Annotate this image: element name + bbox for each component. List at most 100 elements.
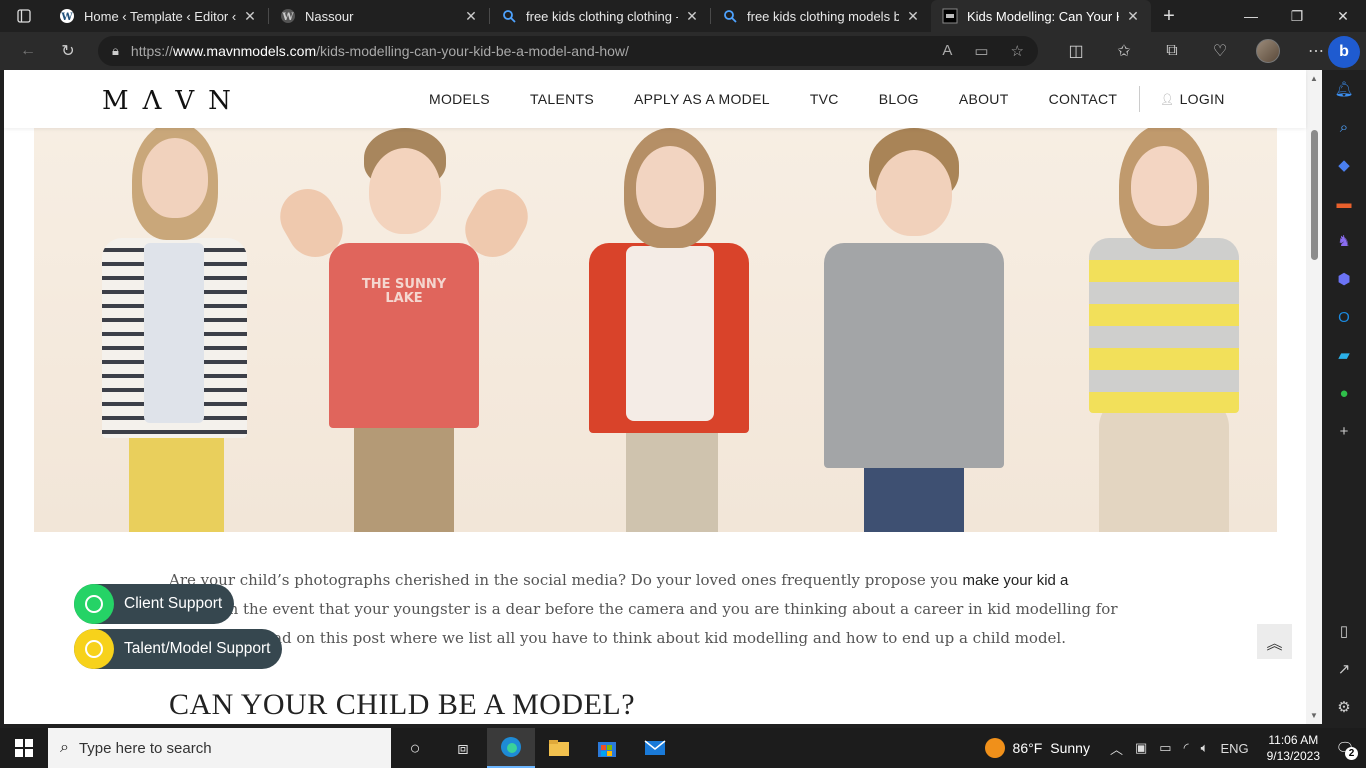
- new-tab-icon[interactable]: +: [1151, 5, 1187, 28]
- windows-start-icon[interactable]: [0, 728, 48, 768]
- notification-icon[interactable]: 🗨︎ 2: [1332, 735, 1358, 761]
- kid-figure: [564, 128, 774, 532]
- url-text: https://www.mavnmodels.com/kids-modellin…: [130, 43, 629, 59]
- close-window-icon[interactable]: ✕: [1320, 0, 1366, 32]
- svg-text:W: W: [60, 12, 73, 23]
- office-icon[interactable]: ⬢: [1333, 268, 1355, 290]
- nav-divider: [1139, 86, 1141, 112]
- site-logo[interactable]: MΛVN: [102, 86, 245, 116]
- minimize-icon[interactable]: —: [1228, 0, 1274, 32]
- nav-apply-as-a-model[interactable]: APPLY AS A MODEL: [634, 91, 770, 107]
- client-support-button[interactable]: Client Support: [74, 584, 235, 624]
- nav-talents[interactable]: TALENTS: [530, 91, 594, 107]
- performance-icon[interactable]: ♡: [1200, 35, 1240, 67]
- close-tab-icon[interactable]: ✕: [905, 8, 921, 25]
- tab-wordpress-editor[interactable]: W Home ‹ Template ‹ Editor ‹ Na ✕: [48, 0, 268, 32]
- nav-login[interactable]: 👤︎ LOGIN: [1160, 91, 1224, 107]
- sidebar-panel-icon[interactable]: ▯: [1333, 620, 1355, 642]
- taskbar-search-input[interactable]: ⌕ Type here to search: [48, 728, 391, 768]
- immersive-reader-icon[interactable]: ▭: [974, 42, 988, 60]
- outlook-icon[interactable]: O: [1333, 306, 1355, 328]
- clock[interactable]: 11:06 AM 9/13/2023: [1267, 732, 1320, 764]
- tab-title: Kids Modelling: Can Your Kid: [967, 8, 1119, 24]
- mail-icon[interactable]: [631, 728, 679, 768]
- address-bar[interactable]: 🔒︎ https://www.mavnmodels.com/kids-model…: [98, 36, 1038, 66]
- tab-title: Nassour: [305, 8, 354, 24]
- external-link-icon[interactable]: ↗: [1333, 658, 1355, 680]
- wordpress-icon: W: [279, 7, 297, 25]
- browser-tabstrip: W Home ‹ Template ‹ Editor ‹ Na ✕ W Nass…: [0, 0, 1366, 32]
- site-header: MΛVN MODELS TALENTS APPLY AS A MODEL TVC…: [4, 70, 1306, 128]
- talent-support-button[interactable]: Talent/Model Support: [74, 629, 283, 669]
- edge-browser-icon[interactable]: [487, 728, 535, 768]
- tab-kids-modelling[interactable]: Kids Modelling: Can Your Kid ✕: [931, 0, 1151, 32]
- cortana-icon[interactable]: ○: [391, 728, 439, 768]
- browser-toolbar: ← ↻ 🔒︎ https://www.mavnmodels.com/kids-m…: [0, 32, 1366, 70]
- user-icon: 👤︎: [1160, 93, 1175, 106]
- volume-icon[interactable]: 🔈︎: [1201, 740, 1209, 756]
- device-icon[interactable]: ▣: [1135, 740, 1147, 756]
- kid-figure: [74, 128, 274, 532]
- nav-contact[interactable]: CONTACT: [1049, 91, 1118, 107]
- search-icon: [721, 7, 739, 25]
- close-tab-icon[interactable]: ✕: [242, 8, 258, 25]
- games-icon[interactable]: ♞: [1333, 230, 1355, 252]
- scrollbar-thumb[interactable]: [1311, 130, 1318, 260]
- search-icon: [500, 7, 518, 25]
- page-viewport: MΛVN MODELS TALENTS APPLY AS A MODEL TVC…: [4, 70, 1322, 724]
- favorites-icon[interactable]: ✩: [1104, 35, 1144, 67]
- close-tab-icon[interactable]: ✕: [1125, 8, 1141, 25]
- avatar[interactable]: [1248, 35, 1288, 67]
- tools-icon[interactable]: ▬: [1333, 192, 1355, 214]
- language-indicator[interactable]: ENG: [1220, 741, 1248, 756]
- sun-icon: [984, 738, 1005, 758]
- nav-blog[interactable]: BLOG: [879, 91, 919, 107]
- battery-icon[interactable]: ▭: [1159, 740, 1171, 756]
- shopping-tag-icon[interactable]: ◆: [1333, 154, 1355, 176]
- search-icon[interactable]: ⌕: [1333, 116, 1355, 138]
- tab-nassour[interactable]: W Nassour ✕: [269, 0, 489, 32]
- tab-search-1[interactable]: free kids clothing clothing - S ✕: [490, 0, 710, 32]
- tree-icon[interactable]: ●: [1333, 382, 1355, 404]
- collections-icon[interactable]: ⧉: [1152, 35, 1192, 67]
- page-scrollbar[interactable]: ▲ ▼: [1306, 70, 1322, 724]
- tab-search-2[interactable]: free kids clothing models boy ✕: [711, 0, 931, 32]
- svg-text:W: W: [281, 12, 294, 23]
- split-screen-icon[interactable]: ◫: [1056, 35, 1096, 67]
- bell-icon[interactable]: 🔔︎: [1333, 78, 1355, 100]
- windows-taskbar: ⌕ Type here to search ○ ⧈ 86°F Sunny ︿ ▣…: [0, 728, 1366, 768]
- tab-actions-icon[interactable]: [0, 0, 48, 32]
- tab-title: free kids clothing clothing - S: [526, 8, 678, 24]
- read-aloud-icon[interactable]: A: [942, 42, 952, 60]
- weather-widget[interactable]: 86°F Sunny: [984, 738, 1090, 758]
- lock-icon: 🔒︎: [112, 43, 119, 58]
- search-icon: ⌕: [60, 739, 69, 756]
- nav-models[interactable]: MODELS: [429, 91, 490, 107]
- close-tab-icon[interactable]: ✕: [463, 8, 479, 25]
- add-icon[interactable]: +: [1333, 420, 1355, 442]
- close-tab-icon[interactable]: ✕: [684, 8, 700, 25]
- tab-title: free kids clothing models boy: [747, 8, 899, 24]
- whatsapp-icon: [74, 629, 114, 669]
- task-view-icon[interactable]: ⧈: [439, 728, 487, 768]
- kid-figure: [1069, 128, 1259, 532]
- nav-tvc[interactable]: TVC: [810, 91, 839, 107]
- article-body: Are your child’s photographs cherished i…: [169, 566, 1119, 722]
- favorite-star-icon[interactable]: ☆: [1011, 42, 1024, 60]
- file-explorer-icon[interactable]: [535, 728, 583, 768]
- nav-about[interactable]: ABOUT: [959, 91, 1009, 107]
- microsoft-store-icon[interactable]: [583, 728, 631, 768]
- settings-gear-icon[interactable]: ⚙: [1333, 696, 1355, 718]
- back-icon[interactable]: ←: [8, 35, 48, 67]
- refresh-icon[interactable]: ↻: [48, 35, 88, 67]
- bing-chat-icon[interactable]: b: [1328, 36, 1360, 68]
- hero-image: THE SUNNY LAKE: [34, 128, 1277, 532]
- chevron-up-icon[interactable]: ︿: [1110, 739, 1123, 758]
- edge-sidebar: 🔔︎ ⌕ ◆ ▬ ♞ ⬢ O ▰ ● + ▯ ↗ ⚙: [1322, 70, 1366, 724]
- kid-figure: [814, 128, 1014, 532]
- kid-figure: THE SUNNY LAKE: [270, 128, 538, 532]
- restore-icon[interactable]: ❐: [1274, 0, 1320, 32]
- wifi-icon[interactable]: ◜: [1184, 740, 1189, 756]
- send-icon[interactable]: ▰: [1333, 344, 1355, 366]
- scroll-to-top-button[interactable]: ︽: [1257, 624, 1292, 659]
